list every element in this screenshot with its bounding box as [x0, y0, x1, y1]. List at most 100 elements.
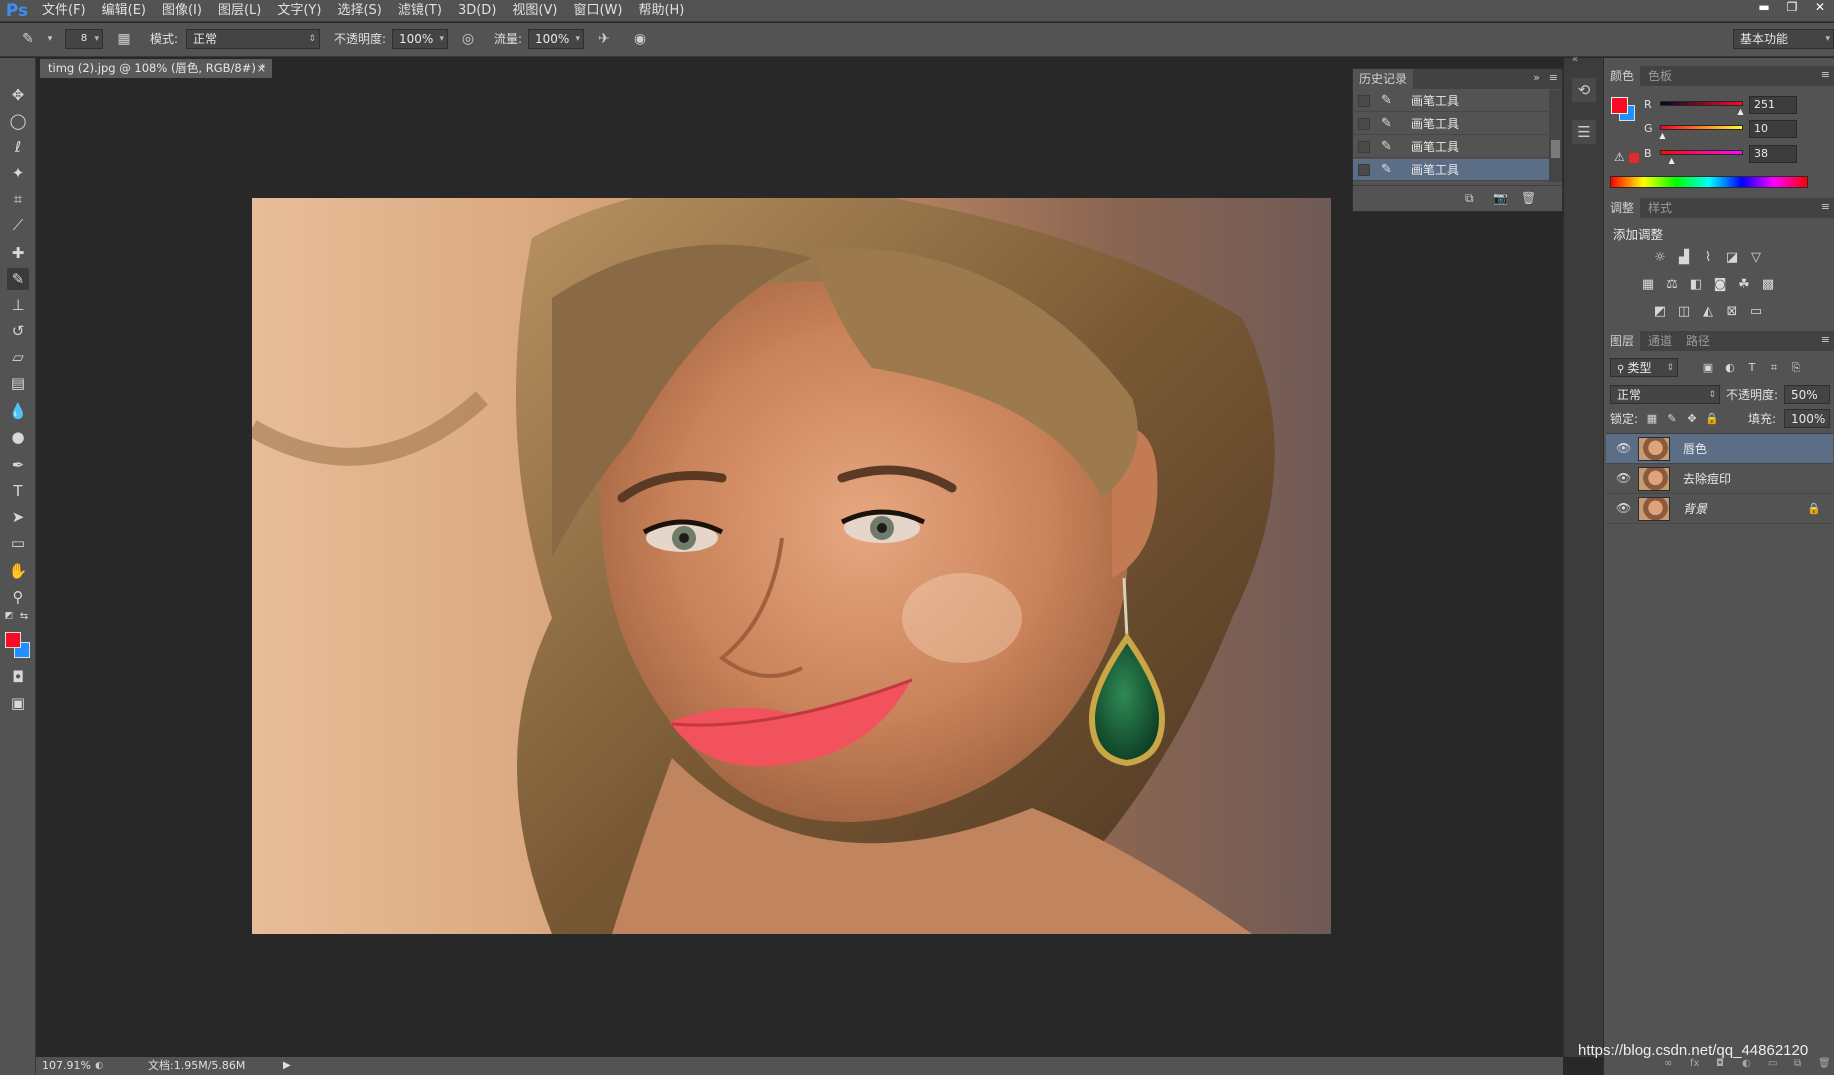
collapse-panel-icon[interactable]: »	[1533, 71, 1540, 84]
menu-filter[interactable]: 滤镜(T)	[390, 0, 450, 22]
filter-shape-layers-icon[interactable]: ⌗	[1766, 360, 1782, 376]
menu-file[interactable]: 文件(F)	[34, 0, 94, 22]
tab-swatches[interactable]: 色板	[1642, 66, 1678, 86]
mode-select[interactable]: 正常 ⇕	[186, 29, 320, 49]
layer-row-background[interactable]: 👁 背景 🔒	[1606, 494, 1833, 524]
gamut-color-swatch[interactable]	[1629, 153, 1639, 163]
menu-select[interactable]: 选择(S)	[329, 0, 389, 22]
trash-icon[interactable]: 🗑	[1818, 1058, 1831, 1069]
channel-mixer-icon[interactable]: ☘	[1736, 277, 1752, 293]
brush-tool-icon[interactable]: ✎	[7, 268, 29, 290]
scrollbar-thumb[interactable]	[1551, 140, 1560, 158]
lock-position-icon[interactable]: ✥	[1684, 411, 1700, 427]
blue-value-field[interactable]: 38	[1749, 145, 1797, 163]
lock-transparent-pixels-icon[interactable]: ▦	[1644, 411, 1660, 427]
levels-icon[interactable]: ▟	[1676, 250, 1692, 266]
preset-dropdown-icon[interactable]: ▾	[40, 29, 60, 49]
color-spectrum-bar[interactable]	[1610, 176, 1808, 188]
red-slider-thumb[interactable]: ▲	[1737, 107, 1743, 116]
dodge-tool-icon[interactable]: ●	[7, 426, 29, 448]
layer-filter-select[interactable]: ⚲ 类型 ⇕	[1610, 358, 1678, 377]
filter-type-layers-icon[interactable]: T	[1744, 360, 1760, 376]
blur-tool-icon[interactable]: 💧	[7, 400, 29, 422]
menu-window[interactable]: 窗口(W)	[565, 0, 630, 22]
gradient-map-icon[interactable]: ▭	[1748, 304, 1764, 320]
fill-field[interactable]: 100%	[1784, 409, 1830, 428]
hand-tool-icon[interactable]: ✋	[7, 560, 29, 582]
status-info-icon[interactable]: ◐	[93, 1060, 105, 1072]
panel-menu-icon[interactable]: ≡	[1549, 71, 1558, 84]
menu-type[interactable]: 文字(Y)	[269, 0, 329, 22]
move-tool-icon[interactable]: ✥	[7, 84, 29, 106]
history-item[interactable]: ✎ 画笔工具	[1353, 113, 1549, 135]
history-snapshot-checkbox[interactable]	[1358, 118, 1370, 130]
history-brush-tool-icon[interactable]: ↺	[7, 320, 29, 342]
type-tool-icon[interactable]: T	[7, 480, 29, 502]
new-layer-icon[interactable]: ⧉	[1794, 1058, 1801, 1069]
layer-row-acne-removal[interactable]: 👁 去除痘印	[1606, 464, 1833, 494]
tab-styles[interactable]: 样式	[1642, 198, 1678, 218]
menu-layer[interactable]: 图层(L)	[210, 0, 269, 22]
filter-adjustment-layers-icon[interactable]: ◐	[1722, 360, 1738, 376]
exposure-icon[interactable]: ◪	[1724, 250, 1740, 266]
eyedropper-tool-icon[interactable]: ⟋	[7, 214, 29, 236]
invert-icon[interactable]: ◩	[1652, 304, 1668, 320]
filter-pixel-layers-icon[interactable]: ▣	[1700, 360, 1716, 376]
history-snapshot-checkbox[interactable]	[1358, 141, 1370, 153]
path-selection-tool-icon[interactable]: ➤	[7, 506, 29, 528]
selective-color-icon[interactable]: ⊠	[1724, 304, 1740, 320]
healing-brush-tool-icon[interactable]: ✚	[7, 242, 29, 264]
snapshot-camera-icon[interactable]: 📷	[1493, 191, 1508, 205]
status-menu-arrow-icon[interactable]: ▶	[283, 1057, 291, 1075]
green-value-field[interactable]: 10	[1749, 120, 1797, 138]
blend-mode-select[interactable]: 正常 ⇕	[1610, 385, 1720, 404]
green-slider-thumb[interactable]: ▲	[1659, 131, 1665, 140]
workspace-switcher[interactable]: 基本功能 ▾	[1733, 29, 1834, 49]
history-scrollbar[interactable]	[1549, 90, 1562, 182]
tab-paths[interactable]: 路径	[1680, 331, 1716, 351]
vibrance-icon[interactable]: ▽	[1748, 250, 1764, 266]
properties-panel-icon[interactable]: ☰	[1572, 120, 1596, 144]
tab-channels[interactable]: 通道	[1642, 331, 1678, 351]
trash-icon[interactable]: 🗑	[1521, 191, 1536, 205]
gamut-warning-icon[interactable]: ⚠	[1614, 150, 1625, 164]
menu-image[interactable]: 图像(I)	[154, 0, 210, 22]
new-document-from-state-icon[interactable]: ⧉	[1465, 191, 1474, 206]
flow-field[interactable]: 100% ▾	[528, 29, 584, 49]
threshold-icon[interactable]: ◭	[1700, 304, 1716, 320]
document-image[interactable]	[252, 198, 1331, 934]
layer-style-icon[interactable]: fx	[1690, 1058, 1699, 1069]
elliptical-marquee-tool-icon[interactable]: ◯	[7, 110, 29, 132]
red-value-field[interactable]: 251	[1749, 96, 1797, 114]
group-folder-icon[interactable]: ▭	[1768, 1058, 1777, 1069]
color-balance-icon[interactable]: ⚖	[1664, 277, 1680, 293]
screen-mode-icon[interactable]: ▣	[7, 692, 29, 714]
filter-smart-objects-icon[interactable]: ⎘	[1788, 360, 1804, 376]
foreground-color-swatch[interactable]	[5, 632, 21, 648]
brush-panel-toggle-icon[interactable]: ▦	[114, 29, 134, 49]
adjustment-layer-icon[interactable]: ◐	[1742, 1058, 1751, 1069]
zoom-level[interactable]: 107.91%	[42, 1057, 91, 1075]
tab-color[interactable]: 颜色	[1604, 66, 1641, 86]
foreground-color-swatch[interactable]	[1611, 97, 1628, 114]
rectangle-tool-icon[interactable]: ▭	[7, 532, 29, 554]
expand-dock-icon[interactable]: «	[1572, 54, 1578, 65]
layer-opacity-field[interactable]: 50%	[1784, 385, 1830, 404]
color-lookup-icon[interactable]: ▩	[1760, 277, 1776, 293]
curves-icon[interactable]: ⌇	[1700, 250, 1716, 266]
close-tab-icon[interactable]: ×	[257, 59, 266, 78]
gradient-tool-icon[interactable]: ▤	[7, 372, 29, 394]
pressure-opacity-icon[interactable]: ◎	[458, 29, 478, 49]
red-slider[interactable]	[1660, 101, 1743, 106]
panel-menu-icon[interactable]: ≡	[1821, 68, 1830, 81]
layer-row-lip-color[interactable]: 👁 唇色	[1606, 434, 1833, 464]
lasso-tool-icon[interactable]: ℓ	[7, 136, 29, 158]
swap-colors-icon[interactable]: ⇆	[18, 610, 30, 622]
lock-image-pixels-icon[interactable]: ✎	[1664, 411, 1680, 427]
hue-saturation-icon[interactable]: ▦	[1640, 277, 1656, 293]
menu-help[interactable]: 帮助(H)	[630, 0, 692, 22]
crop-tool-icon[interactable]: ⌗	[7, 188, 29, 210]
menu-view[interactable]: 视图(V)	[504, 0, 565, 22]
pressure-size-icon[interactable]: ◉	[630, 29, 650, 49]
history-item-selected[interactable]: ✎ 画笔工具	[1353, 159, 1549, 181]
